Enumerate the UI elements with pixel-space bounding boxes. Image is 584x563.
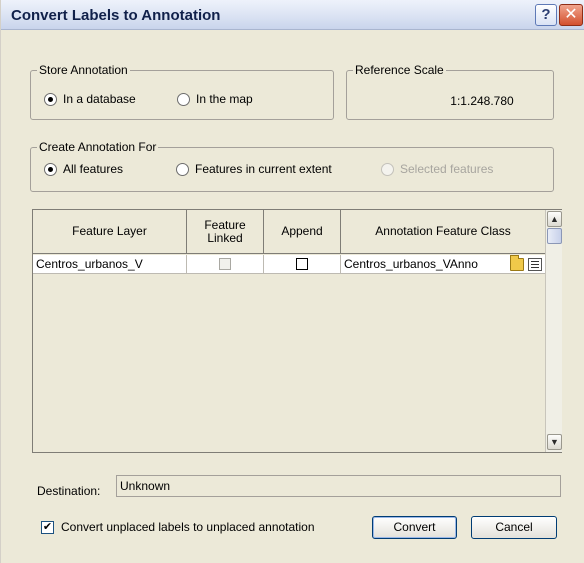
close-button[interactable]: ✕ xyxy=(559,4,583,26)
radio-button-selected[interactable] xyxy=(44,92,57,106)
radio-in-map[interactable]: In the map xyxy=(177,92,253,106)
feature-layer-cell[interactable]: Centros_urbanos_V xyxy=(33,255,187,273)
create-annotation-group: Create Annotation For All features Featu… xyxy=(30,140,554,192)
append-cell xyxy=(264,255,341,273)
table-row[interactable]: Centros_urbanos_V Centros_urbanos_VAnno xyxy=(33,255,545,274)
radio-current-extent-label: Features in current extent xyxy=(195,162,332,176)
destination-field: Unknown xyxy=(116,475,561,497)
table-header: Feature Layer Feature Linked Append Anno… xyxy=(33,210,545,254)
convert-labels-dialog: Convert Labels to Annotation ? ✕ Store A… xyxy=(0,0,584,563)
radio-all-features[interactable]: All features xyxy=(44,162,123,176)
feature-linked-cell xyxy=(187,255,264,273)
scroll-up-icon[interactable]: ▲ xyxy=(547,211,562,227)
radio-selected-features-label: Selected features xyxy=(400,162,494,176)
radio-all-features-label: All features xyxy=(63,162,124,176)
create-annotation-label: Create Annotation For xyxy=(37,140,159,154)
reference-scale-label: Reference Scale xyxy=(353,63,446,77)
radio-button-selected[interactable] xyxy=(44,162,57,176)
store-annotation-group: Store Annotation In a database In the ma… xyxy=(30,63,334,120)
reference-scale-group: Reference Scale 1:1.248.780 xyxy=(346,63,554,120)
feature-linked-checkbox xyxy=(219,258,231,270)
convert-button[interactable]: Convert xyxy=(372,516,457,539)
convert-unplaced-label: Convert unplaced labels to unplaced anno… xyxy=(61,520,315,534)
radio-selected-features: Selected features xyxy=(381,162,493,176)
radio-current-extent[interactable]: Features in current extent xyxy=(176,162,332,176)
radio-button[interactable] xyxy=(177,92,190,106)
radio-in-database[interactable]: In a database xyxy=(44,92,136,106)
radio-button-disabled xyxy=(381,162,394,176)
convert-unplaced-checkbox[interactable]: ✔ xyxy=(41,520,54,534)
convert-unplaced-option[interactable]: ✔ Convert unplaced labels to unplaced an… xyxy=(41,520,315,534)
layers-table: Feature Layer Feature Linked Append Anno… xyxy=(32,209,562,453)
annotation-class-actions xyxy=(506,255,542,271)
scroll-thumb[interactable] xyxy=(547,228,562,244)
column-header-annotation-class[interactable]: Annotation Feature Class xyxy=(341,210,545,253)
column-header-append[interactable]: Append xyxy=(264,210,341,253)
dialog-title: Convert Labels to Annotation xyxy=(11,7,221,24)
help-button[interactable]: ? xyxy=(535,4,557,26)
radio-in-database-label: In a database xyxy=(63,92,136,106)
title-bar[interactable]: Convert Labels to Annotation ? ✕ xyxy=(1,0,584,30)
reference-scale-value: 1:1.248.780 xyxy=(450,94,514,108)
radio-button[interactable] xyxy=(176,162,189,176)
annotation-class-cell[interactable]: Centros_urbanos_VAnno xyxy=(341,255,545,273)
open-folder-icon[interactable] xyxy=(510,255,524,271)
destination-label: Destination: xyxy=(37,484,101,498)
vertical-scrollbar[interactable]: ▲ ▼ xyxy=(545,210,562,452)
properties-icon[interactable] xyxy=(528,257,542,271)
column-header-feature-linked[interactable]: Feature Linked xyxy=(187,210,264,253)
store-annotation-label: Store Annotation xyxy=(37,63,130,77)
cancel-button[interactable]: Cancel xyxy=(471,516,557,539)
append-checkbox[interactable] xyxy=(296,258,308,270)
scroll-down-icon[interactable]: ▼ xyxy=(547,434,562,450)
annotation-class-value[interactable]: Centros_urbanos_VAnno xyxy=(344,257,478,271)
column-header-feature-layer[interactable]: Feature Layer xyxy=(33,210,187,253)
radio-in-map-label: In the map xyxy=(196,92,253,106)
